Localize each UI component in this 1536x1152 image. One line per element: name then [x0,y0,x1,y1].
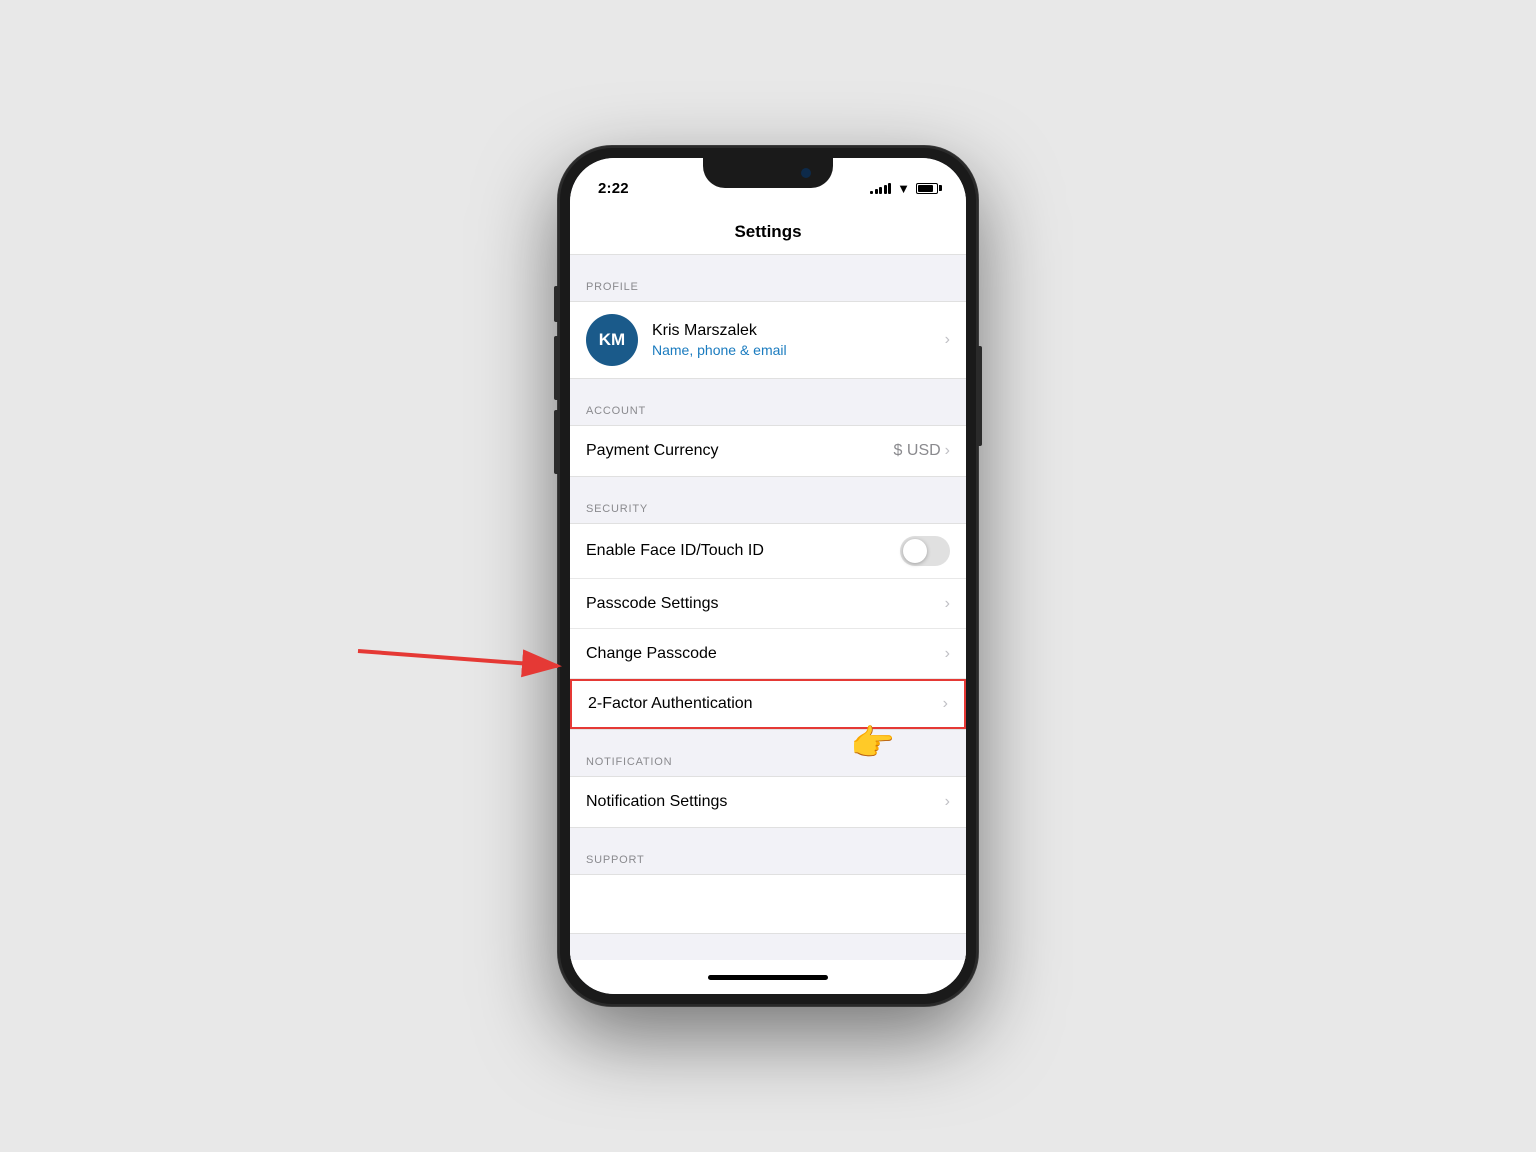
chevron-icon: › [945,645,950,663]
section-label-security: SECURITY [586,503,648,515]
section-label-account: ACCOUNT [586,405,646,417]
chevron-icon: › [945,793,950,811]
phone-screen: 2:22 ▼ [570,158,966,994]
section-label-support: SUPPORT [586,854,645,866]
support-section-group [570,874,966,934]
wifi-icon: ▼ [897,181,910,196]
status-icons: ▼ [870,181,938,196]
section-header-notification: NOTIFICATION [570,730,966,776]
row-label: 2-Factor Authentication [588,695,753,712]
annotation-arrow [348,636,578,696]
change-passcode-row[interactable]: Change Passcode › [570,629,966,679]
section-label-profile: PROFILE [586,281,639,293]
two-factor-auth-row[interactable]: 2-Factor Authentication › [570,679,966,729]
row-label: Notification Settings [586,793,727,810]
profile-info: Kris Marszalek Name, phone & email [652,322,945,358]
toggle-knob [903,539,927,563]
section-header-support: SUPPORT [570,828,966,874]
row-content: Enable Face ID/Touch ID [586,542,900,560]
profile-row[interactable]: KM Kris Marszalek Name, phone & email › [570,302,966,378]
profile-subtitle: Name, phone & email [652,342,945,358]
profile-name: Kris Marszalek [652,322,945,340]
row-content: Payment Currency [586,442,894,460]
chevron-icon: › [945,331,950,349]
payment-currency-row[interactable]: Payment Currency $ USD › [570,426,966,476]
notch [703,158,833,188]
settings-list[interactable]: PROFILE KM Kris Marszalek Name, phone & … [570,255,966,960]
passcode-settings-row[interactable]: Passcode Settings › [570,579,966,629]
row-label: Enable Face ID/Touch ID [586,542,764,559]
section-header-profile: PROFILE [570,255,966,301]
currency-value: $ USD [894,442,941,460]
front-camera [801,168,811,178]
chevron-icon: › [945,442,950,460]
battery-icon [916,183,938,194]
row-content: Passcode Settings [586,595,945,613]
section-label-notification: NOTIFICATION [586,756,672,768]
notification-settings-row[interactable]: Notification Settings › [570,777,966,827]
avatar: KM [586,314,638,366]
status-bar: 2:22 ▼ [570,158,966,206]
notification-section-group: Notification Settings › [570,776,966,828]
section-header-security: SECURITY [570,477,966,523]
security-section-group: Enable Face ID/Touch ID Passcode Setting… [570,523,966,730]
bottom-bar [570,960,966,994]
row-content: Change Passcode [586,645,945,663]
phone-frame: 2:22 ▼ [558,146,978,1006]
account-section-group: Payment Currency $ USD › [570,425,966,477]
row-label: Change Passcode [586,645,717,662]
row-label: Passcode Settings [586,595,719,612]
chevron-icon: › [943,695,948,713]
nav-title: Settings [570,206,966,255]
face-id-row[interactable]: Enable Face ID/Touch ID [570,524,966,579]
row-content: 2-Factor Authentication [588,695,943,713]
section-header-account: ACCOUNT [570,379,966,425]
face-id-toggle[interactable] [900,536,950,566]
row-label: Payment Currency [586,442,719,459]
row-content: Notification Settings [586,793,945,811]
signal-icon [870,182,891,194]
page-title: Settings [734,222,801,241]
home-indicator [708,975,828,980]
status-time: 2:22 [598,180,629,197]
profile-section-group: KM Kris Marszalek Name, phone & email › [570,301,966,379]
content-area: Settings PROFILE KM Kris Marszalek Name,… [570,206,966,960]
chevron-icon: › [945,595,950,613]
